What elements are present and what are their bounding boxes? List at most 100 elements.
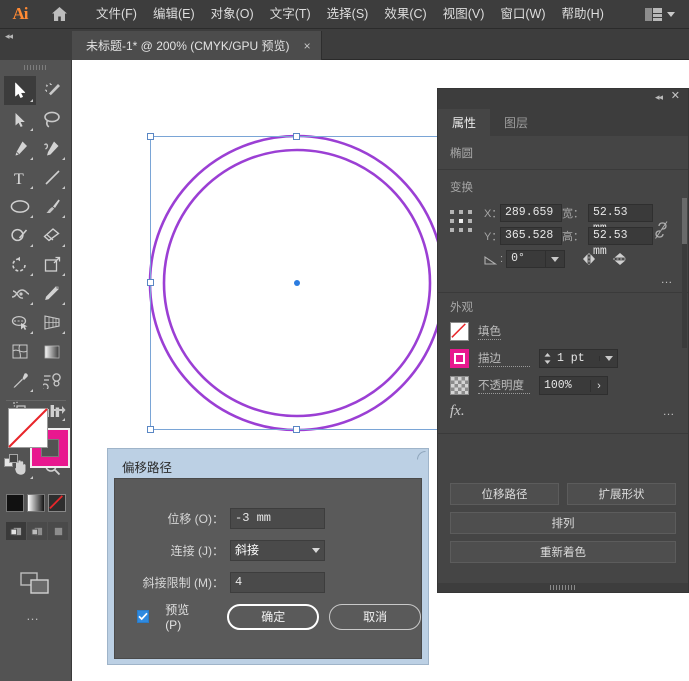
- close-panel-icon[interactable]: ✕: [671, 91, 680, 102]
- width-field[interactable]: 52.53 mm: [588, 204, 653, 235]
- stroke-weight-stepper-icon[interactable]: [540, 352, 554, 365]
- stroke-weight-chevron-down-icon[interactable]: [599, 356, 617, 361]
- flip-vertical-icon[interactable]: [611, 251, 629, 267]
- unlink-proportions-icon[interactable]: [654, 220, 669, 240]
- y-field[interactable]: 365.528: [500, 227, 562, 245]
- stroke-magenta-swatch[interactable]: [450, 349, 469, 368]
- change-screen-mode-button[interactable]: [20, 572, 52, 596]
- recolor-button[interactable]: 重新着色: [450, 541, 676, 563]
- mesh-tool[interactable]: [4, 337, 36, 366]
- x-field[interactable]: 289.659: [500, 204, 562, 222]
- expand-shape-button[interactable]: 扩展形状: [567, 483, 676, 505]
- selection-handle-tc[interactable]: [293, 133, 300, 140]
- chevron-down-icon: [312, 547, 320, 553]
- pen-tool[interactable]: [4, 134, 36, 163]
- join-select[interactable]: 斜接: [230, 539, 325, 561]
- object-type-label: 椭圆: [450, 148, 473, 160]
- selection-handle-tl[interactable]: [147, 133, 154, 140]
- ok-button[interactable]: 确定: [227, 603, 320, 630]
- document-tab-title: 未标题-1* @ 200% (CMYK/GPU 预览): [86, 39, 290, 53]
- fill-none-swatch[interactable]: [8, 408, 48, 448]
- miter-limit-input[interactable]: 4: [230, 571, 325, 593]
- selection-handle-ml[interactable]: [147, 279, 154, 286]
- offset-path-dialog: 偏移路径 位移 (O)： -3 mm 连接 (J)： 斜接 斜接限制 (M)： …: [107, 448, 429, 665]
- opacity-label: 不透明度: [478, 377, 530, 394]
- angle-field[interactable]: 0°: [506, 250, 547, 268]
- menu-object[interactable]: 对象(O): [203, 0, 262, 29]
- type-tool[interactable]: T: [4, 163, 36, 192]
- menu-effect[interactable]: 效果(C): [376, 0, 434, 29]
- eyedropper-tool[interactable]: [4, 366, 36, 395]
- none-swatch-button[interactable]: [48, 494, 66, 512]
- miter-row: 斜接限制 (M)： 4: [115, 571, 421, 593]
- direct-selection-tool[interactable]: [4, 105, 36, 134]
- draw-inside-button[interactable]: [48, 522, 68, 540]
- cancel-button[interactable]: 取消: [329, 603, 421, 630]
- magic-wand-tool[interactable]: [36, 76, 68, 105]
- menu-edit[interactable]: 编辑(E): [145, 0, 203, 29]
- menu-select[interactable]: 选择(S): [319, 0, 377, 29]
- menu-help[interactable]: 帮助(H): [554, 0, 612, 29]
- menu-window[interactable]: 窗口(W): [492, 0, 553, 29]
- rotate-tool[interactable]: [4, 250, 36, 279]
- lasso-tool[interactable]: [36, 105, 68, 134]
- menu-file[interactable]: 文件(F): [88, 0, 145, 29]
- panel-resize-grip[interactable]: [438, 583, 688, 592]
- collapse-panel-icon[interactable]: ◂◂: [655, 92, 663, 103]
- tab-layers[interactable]: 图层: [490, 109, 542, 136]
- selection-tool[interactable]: [4, 76, 36, 105]
- eraser-tool[interactable]: [36, 221, 68, 250]
- dialog-buttons: 预览 (P) 确定 取消: [115, 601, 421, 632]
- shape-center-point: [294, 280, 300, 286]
- toolbar-drag-handle[interactable]: [24, 65, 48, 70]
- draw-behind-button[interactable]: [27, 522, 47, 540]
- gradient-tool[interactable]: [36, 337, 68, 366]
- collapse-panel-icon[interactable]: ◂◂: [5, 31, 13, 42]
- shaper-tool[interactable]: [4, 221, 36, 250]
- swap-fill-stroke-icon[interactable]: [52, 406, 66, 420]
- curvature-tool[interactable]: [36, 134, 68, 163]
- home-icon[interactable]: [40, 0, 78, 29]
- width-tool[interactable]: [4, 279, 36, 308]
- opacity-options-arrow[interactable]: ›: [590, 379, 607, 392]
- stroke-weight-field[interactable]: 1 pt: [554, 352, 599, 365]
- menu-view[interactable]: 视图(V): [435, 0, 493, 29]
- document-tab[interactable]: 未标题-1* @ 200% (CMYK/GPU 预览) ×: [72, 31, 322, 60]
- blend-tool[interactable]: [36, 366, 68, 395]
- angle-chevron-down-icon[interactable]: [546, 250, 566, 268]
- paintbrush-tool[interactable]: [36, 192, 68, 221]
- transparency-checker-swatch[interactable]: [450, 376, 469, 395]
- selection-handle-bc[interactable]: [293, 426, 300, 433]
- appearance-more-options[interactable]: …: [663, 404, 677, 418]
- menu-type[interactable]: 文字(T): [262, 0, 319, 29]
- offset-input[interactable]: -3 mm: [230, 507, 325, 529]
- draw-normal-button[interactable]: [6, 522, 26, 540]
- free-transform-tool[interactable]: [36, 279, 68, 308]
- panel-tabs: 属性 图层: [438, 109, 688, 136]
- color-swatch-button[interactable]: [6, 494, 24, 512]
- ellipse-tool[interactable]: [4, 192, 36, 221]
- perspective-grid-tool[interactable]: [36, 308, 68, 337]
- preview-checkbox[interactable]: [137, 610, 150, 623]
- scale-tool[interactable]: [36, 250, 68, 279]
- offset-path-button[interactable]: 位移路径: [450, 483, 559, 505]
- opacity-field[interactable]: 100%: [540, 379, 590, 392]
- dialog-resize-grip[interactable]: [417, 451, 426, 460]
- transform-more-options[interactable]: …: [661, 272, 675, 286]
- fill-none-swatch[interactable]: [450, 322, 469, 341]
- fx-button[interactable]: fx.: [450, 403, 465, 420]
- reference-point-grid[interactable]: [450, 210, 472, 232]
- selection-handle-bl[interactable]: [147, 426, 154, 433]
- gradient-swatch-button[interactable]: [27, 494, 45, 512]
- line-segment-tool[interactable]: [36, 163, 68, 192]
- flip-horizontal-icon[interactable]: [581, 251, 601, 267]
- panel-scrollbar[interactable]: [682, 198, 687, 348]
- workspace-switcher[interactable]: [639, 0, 681, 29]
- arrange-button[interactable]: 排列: [450, 512, 676, 534]
- height-field[interactable]: 52.53 mm: [588, 227, 653, 258]
- close-icon[interactable]: ×: [304, 40, 311, 52]
- default-fill-stroke-icon[interactable]: [4, 454, 20, 470]
- shape-builder-tool[interactable]: [4, 308, 36, 337]
- tab-properties[interactable]: 属性: [438, 109, 491, 136]
- more-tools-button[interactable]: …: [26, 608, 41, 623]
